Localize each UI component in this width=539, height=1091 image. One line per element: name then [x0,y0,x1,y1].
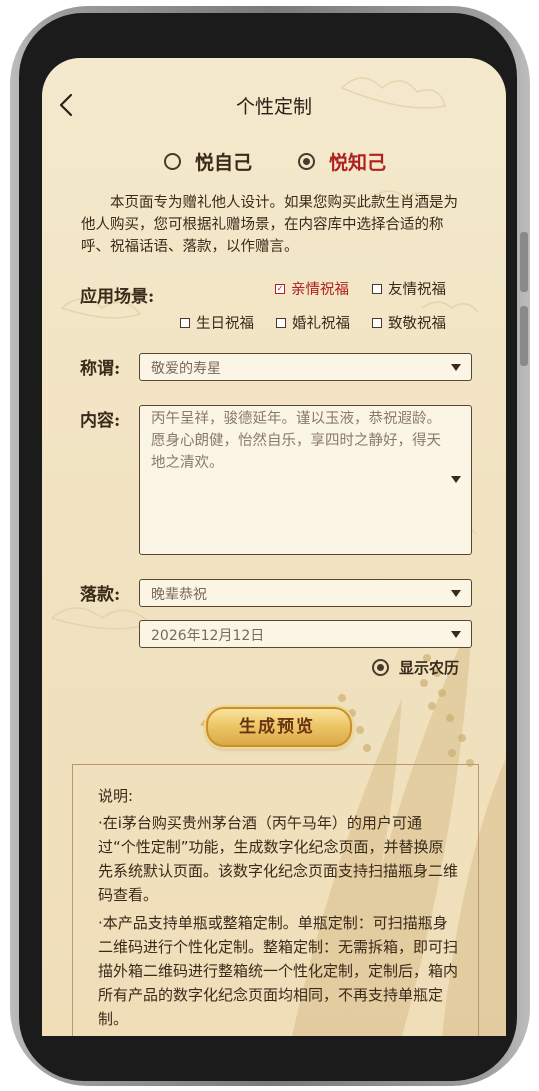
date-value: 2026年12月12日 [151,628,265,644]
dropdown-arrow-icon [451,590,461,597]
checkbox-birthday-label: 生日祝福 [196,316,254,332]
volume-up-button [520,232,528,292]
generate-button-label: 生成预览 [239,717,315,737]
nav-bar: 个性定制 [42,58,506,148]
dropdown-arrow-icon[interactable] [451,476,461,483]
volume-down-button [520,306,528,366]
radio-on-icon [372,659,389,676]
screen: 个性定制 悦自己 悦知己 本页面专为赠礼他人设计。如果您购买此款生肖酒是为他人购… [42,58,506,1036]
lunar-calendar-label: 显示农历 [399,659,460,677]
checkbox-icon [372,317,382,328]
checkbox-family-label: 亲情祝福 [291,282,349,298]
radio-self-label: 悦自己 [195,152,253,174]
checkbox-icon [372,283,382,294]
checkbox-birthday[interactable]: 生日祝福 [180,312,254,333]
dropdown-arrow-icon [451,631,461,638]
signature-label: 落款: [80,585,121,605]
checkbox-friendship-label: 友情祝福 [388,282,446,298]
page-title: 个性定制 [235,96,312,118]
notes-box: 说明: ·在i茅台购买贵州茅台酒（丙午马年）的用户可通过“个性定制”功能，生成数… [72,764,479,1036]
checkbox-checked-icon: ✓ [275,283,285,294]
recipient-radio-group: 悦自己 悦知己 [42,148,506,188]
lunar-calendar-toggle[interactable]: 显示农历 [372,657,459,678]
notes-paragraph: ·本产品支持单瓶或整箱定制。单瓶定制：可扫描瓶身二维码进行个性化定制。整箱定制：… [98,914,459,1028]
dropdown-arrow-icon [451,364,461,371]
radio-friend[interactable]: 悦知己 [298,148,386,175]
content-textarea[interactable]: 丙午呈祥，骏德延年。谨以玉液，恭祝遐龄。愿身心朗健，怡然自乐，享四时之静好，得天… [139,405,472,555]
signature-select[interactable]: 晚辈恭祝 [139,579,472,607]
radio-friend-label: 悦知己 [329,152,387,174]
checkbox-friendship[interactable]: 友情祝福 [372,278,446,299]
salutation-label: 称谓: [80,359,121,379]
checkbox-family[interactable]: ✓ 亲情祝福 [275,278,349,299]
salutation-select[interactable]: 敬爱的寿星 [139,353,472,381]
radio-off-icon [164,153,181,170]
checkbox-wedding-label: 婚礼祝福 [292,316,350,332]
content-value: 丙午呈祥，骏德延年。谨以玉液，恭祝遐龄。愿身心朗健，怡然自乐，享四时之静好，得天… [151,411,441,471]
content-label: 内容: [80,411,121,431]
checkbox-icon [180,317,190,328]
radio-self[interactable]: 悦自己 [164,148,252,175]
checkbox-tribute[interactable]: 致敬祝福 [372,312,446,333]
generate-preview-button[interactable]: 生成预览 [198,703,356,747]
checkbox-icon [276,317,286,328]
notes-paragraph: ·在i茅台购买贵州茅台酒（丙午马年）的用户可通过“个性定制”功能，生成数字化纪念… [98,814,459,904]
signature-value: 晚辈恭祝 [151,587,207,603]
date-select[interactable]: 2026年12月12日 [139,620,472,648]
radio-on-icon [298,153,315,170]
checkbox-wedding[interactable]: 婚礼祝福 [276,312,350,333]
salutation-value: 敬爱的寿星 [151,361,221,377]
intro-text: 本页面专为赠礼他人设计。如果您购买此款生肖酒是为他人购买，您可根据礼赠场景，在内… [81,195,458,255]
notes-heading: 说明: [98,787,134,805]
scenario-label: 应用场景: [80,287,155,307]
checkbox-tribute-label: 致敬祝福 [388,316,446,332]
